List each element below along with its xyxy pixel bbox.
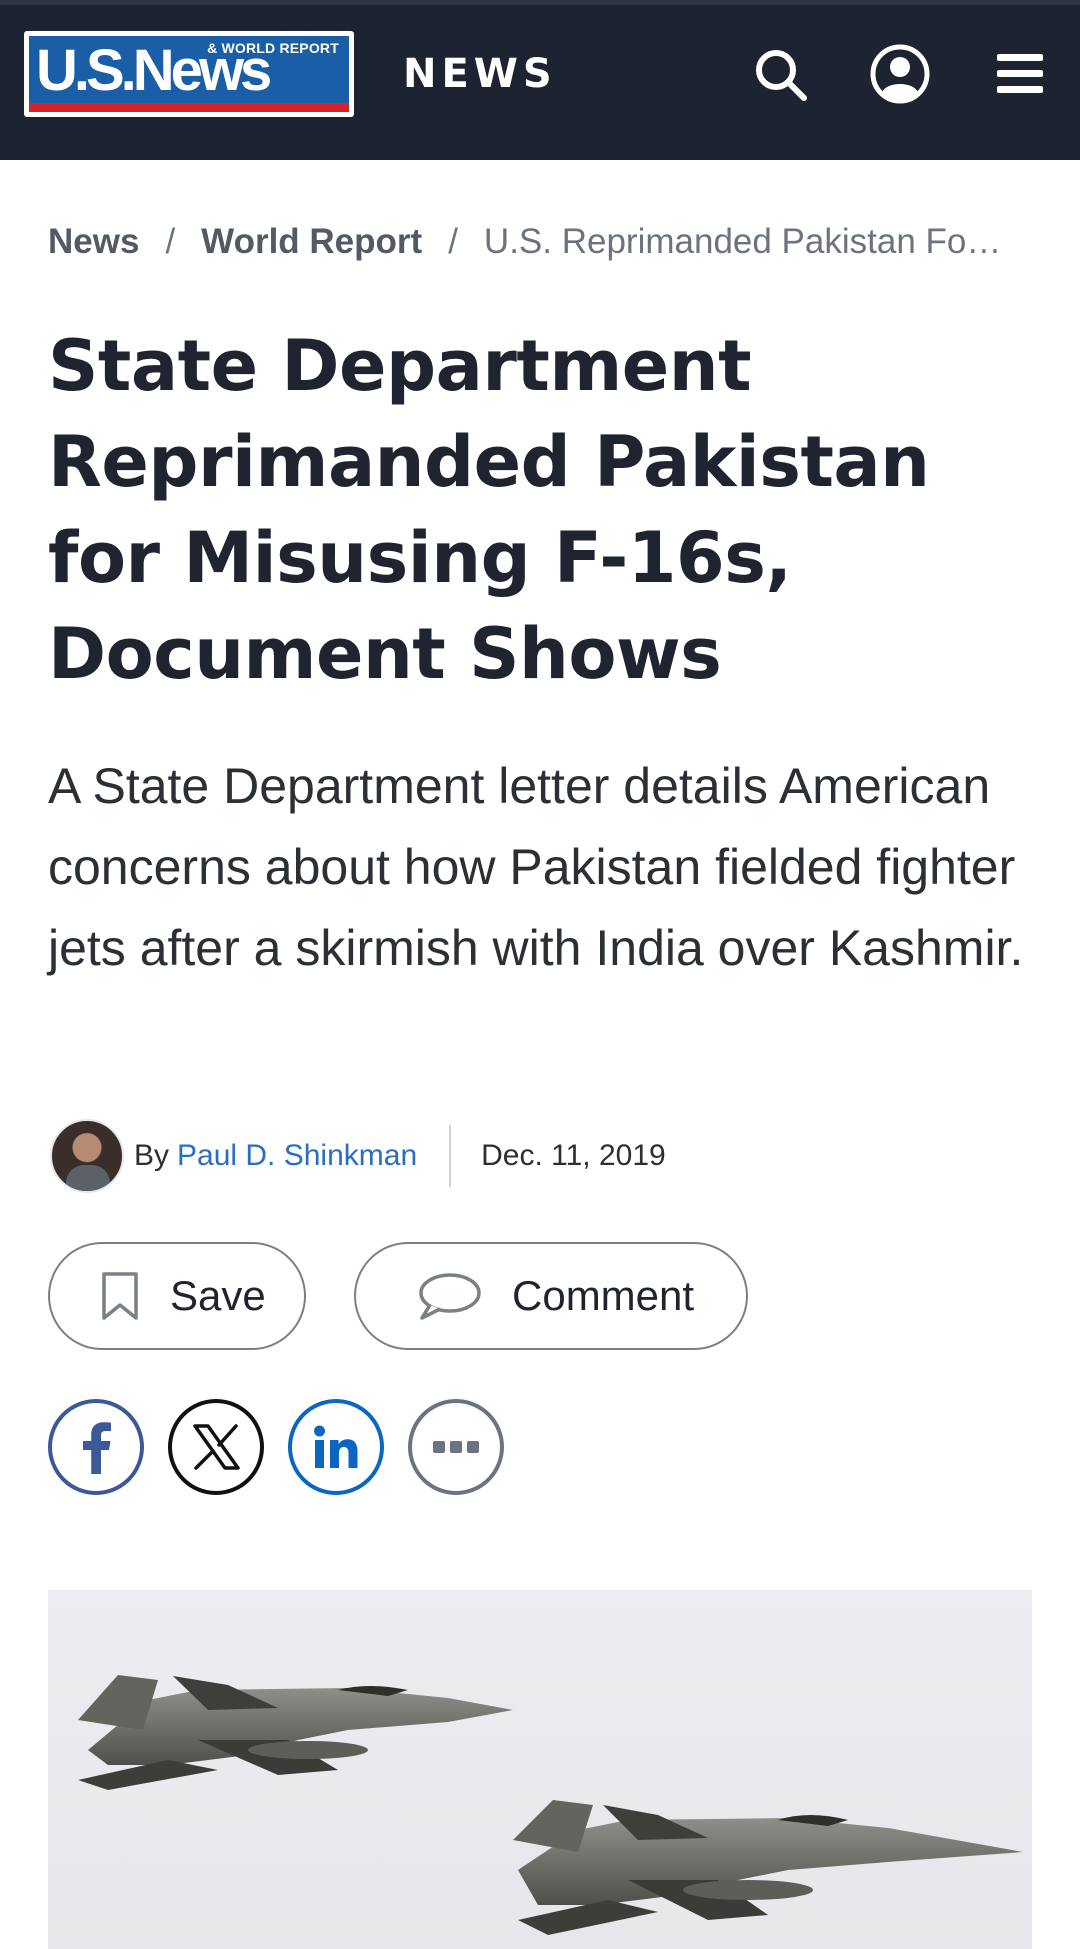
publish-date: Dec. 11, 2019 [481, 1139, 666, 1172]
article-headline: State Department Reprimanded Pakistan fo… [48, 325, 930, 695]
linkedin-share-button[interactable] [288, 1399, 384, 1495]
account-icon[interactable] [869, 43, 931, 105]
usnews-logo[interactable]: & WORLD REPORT U.S.News [24, 31, 354, 117]
author-avatar[interactable] [50, 1119, 124, 1193]
breadcrumb: News / World Report / U.S. Reprimanded Pakis… [48, 222, 1048, 262]
bookmark-icon [100, 1271, 140, 1321]
breadcrumb-separator: / [448, 222, 458, 261]
x-icon [192, 1424, 240, 1470]
fighter-jet [78, 1675, 513, 1790]
save-label: Save [170, 1272, 266, 1319]
search-icon[interactable] [749, 43, 811, 105]
article-dek: A State Department letter details Americ… [48, 758, 1024, 976]
facebook-icon [78, 1420, 114, 1474]
logo-badge: & WORLD REPORT U.S.News [29, 36, 349, 112]
save-button[interactable]: Save [48, 1242, 306, 1350]
x-share-button[interactable] [168, 1399, 264, 1495]
author-link[interactable]: Paul D. Shinkman [177, 1139, 417, 1173]
more-icon [432, 1440, 480, 1454]
section-label[interactable]: NEWS [403, 51, 557, 97]
byline-divider [449, 1125, 452, 1187]
hero-image [48, 1590, 1032, 1949]
breadcrumb-current: U.S. Reprimanded Pakistan Fo… [483, 222, 1002, 261]
breadcrumb-link-world-report[interactable]: World Report [201, 222, 422, 261]
fighter-jet [513, 1800, 1023, 1935]
comment-label: Comment [512, 1272, 695, 1319]
byline-prefix: By [134, 1139, 170, 1172]
comment-icon [416, 1271, 482, 1321]
facebook-share-button[interactable] [48, 1399, 144, 1495]
fighter-jets-image [78, 1675, 1023, 1935]
breadcrumb-separator: / [165, 222, 176, 261]
byline: By Paul D. Shinkman Dec. 11, 2019 [50, 1118, 666, 1194]
linkedin-icon [313, 1425, 359, 1469]
more-share-button[interactable] [408, 1399, 504, 1495]
logo-text: U.S.News [36, 38, 272, 103]
menu-icon[interactable] [989, 43, 1051, 105]
comment-button[interactable]: Comment [354, 1242, 748, 1350]
top-nav-bar: & WORLD REPORT U.S.News NEWS [0, 0, 1080, 160]
breadcrumb-link-news[interactable]: News [48, 222, 139, 261]
